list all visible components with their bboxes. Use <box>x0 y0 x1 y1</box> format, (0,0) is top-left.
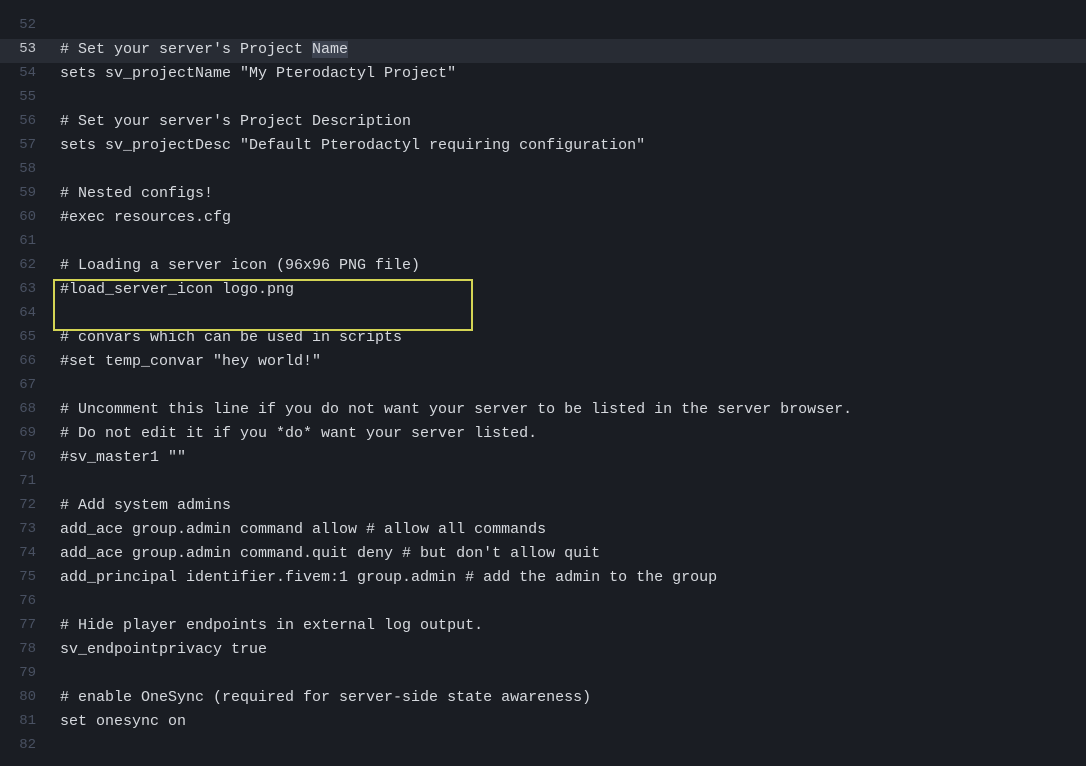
line-content[interactable]: sv_endpointprivacy true <box>50 639 267 662</box>
line-number: 54 <box>0 63 50 84</box>
code-line[interactable]: 78sv_endpointprivacy true <box>0 639 1086 663</box>
line-number: 61 <box>0 231 50 252</box>
line-number: 72 <box>0 495 50 516</box>
code-line[interactable]: 79 <box>0 663 1086 687</box>
code-line[interactable]: 80# enable OneSync (required for server-… <box>0 687 1086 711</box>
code-line[interactable]: 56# Set your server's Project Descriptio… <box>0 111 1086 135</box>
text-selection[interactable]: Name <box>312 41 348 58</box>
code-line[interactable]: 55 <box>0 87 1086 111</box>
line-number: 55 <box>0 87 50 108</box>
line-number: 58 <box>0 159 50 180</box>
line-content[interactable]: # Set your server's Project Description <box>50 111 411 134</box>
code-line[interactable]: 57sets sv_projectDesc "Default Pterodact… <box>0 135 1086 159</box>
code-line[interactable]: 65# convars which can be used in scripts <box>0 327 1086 351</box>
code-line[interactable]: 61 <box>0 231 1086 255</box>
code-line[interactable]: 53# Set your server's Project Name <box>0 39 1086 63</box>
line-content[interactable]: # Do not edit it if you *do* want your s… <box>50 423 537 446</box>
code-line[interactable]: 58 <box>0 159 1086 183</box>
code-line[interactable]: 54sets sv_projectName "My Pterodactyl Pr… <box>0 63 1086 87</box>
line-number: 65 <box>0 327 50 348</box>
code-line[interactable]: 66#set temp_convar "hey world!" <box>0 351 1086 375</box>
code-line[interactable]: 82 <box>0 735 1086 759</box>
line-number: 74 <box>0 543 50 564</box>
line-number: 60 <box>0 207 50 228</box>
code-line[interactable]: 52 <box>0 15 1086 39</box>
line-number: 81 <box>0 711 50 732</box>
line-number: 70 <box>0 447 50 468</box>
line-number: 69 <box>0 423 50 444</box>
line-number: 71 <box>0 471 50 492</box>
line-content[interactable]: # Hide player endpoints in external log … <box>50 615 483 638</box>
line-content[interactable]: # Loading a server icon (96x96 PNG file) <box>50 255 420 278</box>
code-line[interactable]: 77# Hide player endpoints in external lo… <box>0 615 1086 639</box>
line-number: 63 <box>0 279 50 300</box>
line-number: 80 <box>0 687 50 708</box>
line-number: 76 <box>0 591 50 612</box>
code-area[interactable]: 5253# Set your server's Project Name54se… <box>0 15 1086 759</box>
code-line[interactable]: 64 <box>0 303 1086 327</box>
line-content[interactable]: # convars which can be used in scripts <box>50 327 402 350</box>
line-content[interactable]: # Nested configs! <box>50 183 213 206</box>
line-number: 62 <box>0 255 50 276</box>
code-line[interactable]: 69# Do not edit it if you *do* want your… <box>0 423 1086 447</box>
line-content[interactable]: add_ace group.admin command.quit deny # … <box>50 543 600 566</box>
line-content[interactable]: add_principal identifier.fivem:1 group.a… <box>50 567 717 590</box>
line-number: 59 <box>0 183 50 204</box>
code-line[interactable]: 71 <box>0 471 1086 495</box>
code-line[interactable]: 74add_ace group.admin command.quit deny … <box>0 543 1086 567</box>
line-number: 78 <box>0 639 50 660</box>
code-line[interactable]: 72# Add system admins <box>0 495 1086 519</box>
line-content[interactable]: #load_server_icon logo.png <box>50 279 294 302</box>
line-number: 56 <box>0 111 50 132</box>
line-content[interactable]: # Uncomment this line if you do not want… <box>50 399 852 422</box>
line-content[interactable]: # enable OneSync (required for server-si… <box>50 687 591 710</box>
line-content[interactable]: #sv_master1 "" <box>50 447 186 470</box>
code-line[interactable]: 60#exec resources.cfg <box>0 207 1086 231</box>
line-number: 68 <box>0 399 50 420</box>
line-number: 57 <box>0 135 50 156</box>
line-number: 77 <box>0 615 50 636</box>
code-line[interactable]: 68# Uncomment this line if you do not wa… <box>0 399 1086 423</box>
code-line[interactable]: 81set onesync on <box>0 711 1086 735</box>
line-content[interactable]: # Add system admins <box>50 495 231 518</box>
line-number: 66 <box>0 351 50 372</box>
code-line[interactable]: 62# Loading a server icon (96x96 PNG fil… <box>0 255 1086 279</box>
line-content[interactable]: #exec resources.cfg <box>50 207 231 230</box>
code-editor[interactable]: 5253# Set your server's Project Name54se… <box>0 0 1086 766</box>
line-number: 64 <box>0 303 50 324</box>
line-number: 79 <box>0 663 50 684</box>
line-number: 53 <box>0 39 50 60</box>
code-line[interactable]: 70#sv_master1 "" <box>0 447 1086 471</box>
code-line[interactable]: 59# Nested configs! <box>0 183 1086 207</box>
line-number: 67 <box>0 375 50 396</box>
code-line[interactable]: 67 <box>0 375 1086 399</box>
line-number: 73 <box>0 519 50 540</box>
line-content[interactable]: #set temp_convar "hey world!" <box>50 351 321 374</box>
code-line[interactable]: 63#load_server_icon logo.png <box>0 279 1086 303</box>
line-content[interactable]: sets sv_projectName "My Pterodactyl Proj… <box>50 63 456 86</box>
code-line[interactable]: 76 <box>0 591 1086 615</box>
line-content[interactable]: sets sv_projectDesc "Default Pterodactyl… <box>50 135 645 158</box>
line-number: 82 <box>0 735 50 756</box>
code-line[interactable]: 75add_principal identifier.fivem:1 group… <box>0 567 1086 591</box>
line-number: 75 <box>0 567 50 588</box>
line-content[interactable]: # Set your server's Project Name <box>50 39 348 62</box>
line-content[interactable]: set onesync on <box>50 711 186 734</box>
line-number: 52 <box>0 15 50 36</box>
code-line[interactable]: 73add_ace group.admin command allow # al… <box>0 519 1086 543</box>
line-content[interactable]: add_ace group.admin command allow # allo… <box>50 519 546 542</box>
